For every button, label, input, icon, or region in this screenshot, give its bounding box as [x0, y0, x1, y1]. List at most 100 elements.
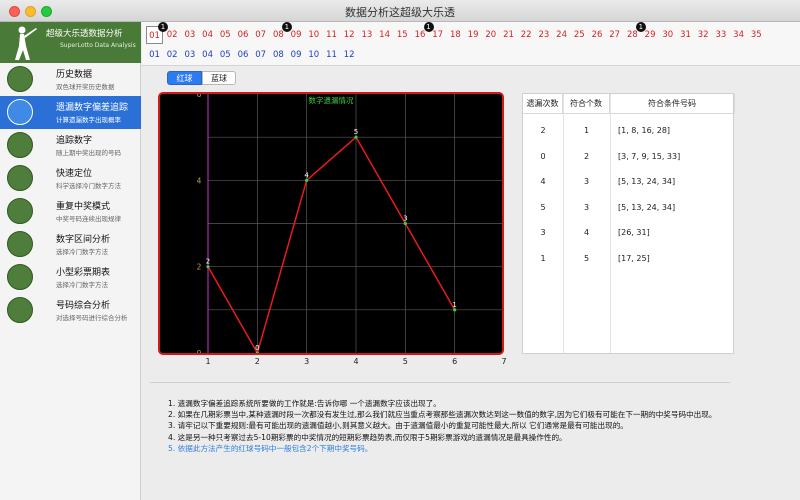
notes-block: 1. 遗漏数字偏差追踪系统所要做的工作就是:告诉你哪 一个遗漏数字应该出现了。 2… — [168, 398, 716, 454]
red-number-20[interactable]: 20 — [482, 26, 499, 44]
table-cell: [5, 13, 24, 34] — [618, 177, 676, 186]
tab-blue-ball[interactable]: 蓝球 — [202, 71, 236, 85]
omission-table: 遗漏次数 符合个数 符合条件号码 2 1 [1, 8, 16, 28] 0 2 [3, 7, 9… — [522, 93, 735, 354]
locate-icon — [7, 165, 33, 191]
red-number-05[interactable]: 05 — [217, 26, 234, 44]
blue-number-02[interactable]: 02 — [164, 46, 181, 64]
table-cell: [26, 31] — [618, 228, 650, 237]
red-number-21[interactable]: 21 — [500, 26, 517, 44]
count-badge: 1 — [281, 22, 292, 32]
y-tick-label: 0 — [197, 349, 202, 355]
red-number-14[interactable]: 14 — [376, 26, 393, 44]
blue-number-11[interactable]: 11 — [323, 46, 340, 64]
red-number-22[interactable]: 22 — [518, 26, 535, 44]
red-number-12[interactable]: 12 — [341, 26, 358, 44]
red-number-23[interactable]: 23 — [535, 26, 552, 44]
x-tick-label: 2 — [254, 357, 260, 366]
golfer-icon — [15, 26, 37, 60]
y-tick-label: 2 — [197, 263, 202, 272]
menu-item-6[interactable]: 数字区间分析 选择冷门数字方法 — [0, 228, 141, 261]
x-tick-label: 5 — [402, 357, 408, 366]
red-number-25[interactable]: 25 — [571, 26, 588, 44]
scatter-icon — [7, 99, 33, 125]
table-icon — [7, 264, 33, 290]
menu-item-title: 追踪数字 — [56, 136, 93, 146]
data-label: 5 — [354, 128, 358, 136]
blue-number-10[interactable]: 10 — [305, 46, 322, 64]
red-number-15[interactable]: 15 — [394, 26, 411, 44]
window-title: 数据分析这超级大乐透 — [345, 6, 455, 19]
blue-number-06[interactable]: 06 — [235, 46, 252, 64]
blue-number-09[interactable]: 09 — [288, 46, 305, 64]
table-header: 符合条件号码 — [610, 94, 735, 114]
red-number-18[interactable]: 18 — [447, 26, 464, 44]
blue-number-01[interactable]: 01 — [146, 46, 163, 64]
blue-number-04[interactable]: 04 — [199, 46, 216, 64]
data-label: 3 — [403, 215, 407, 223]
omission-chart: 数字遗漏情况 0246204531 — [158, 92, 504, 355]
table-cell: 5 — [540, 202, 546, 212]
red-number-07[interactable]: 07 — [252, 26, 269, 44]
note-line: 2. 如果在几期彩票当中,某种遗漏时段一次都没有发生过,那么我们就应当重点考察那… — [168, 410, 717, 420]
menu-item-5[interactable]: 重复中奖模式 中奖号码连续出现规律 — [0, 195, 141, 228]
menu-item-title: 重复中奖模式 — [56, 202, 111, 212]
note-line: 4. 这是另一种只考察过去5-10期彩票的中奖情况的短期彩票趋势表,而仅限于5期… — [168, 432, 567, 442]
table-column-divider — [610, 94, 611, 353]
red-number-34[interactable]: 34 — [730, 26, 747, 44]
red-number-24[interactable]: 24 — [553, 26, 570, 44]
table-cell: 4 — [583, 228, 590, 237]
menu-item-2[interactable]: 遗漏数字偏差追踪 计算遗漏数字出现概率 — [0, 96, 141, 129]
red-number-10[interactable]: 10 — [305, 26, 322, 44]
table-header: 符合个数 — [563, 94, 610, 114]
red-number-26[interactable]: 26 — [589, 26, 606, 44]
red-number-31[interactable]: 31 — [677, 26, 694, 44]
red-number-19[interactable]: 19 — [465, 26, 482, 44]
tab-red-ball[interactable]: 红球 — [167, 71, 202, 85]
menu-item-subtitle: 科学选择冷门数字方法 — [56, 182, 121, 190]
blue-number-07[interactable]: 07 — [252, 46, 269, 64]
menu-item-8[interactable]: 号码综合分析 对选择号码进行综合分析 — [0, 294, 141, 327]
table-cell: 5 — [583, 253, 590, 263]
menu-item-4[interactable]: 快速定位科学选择冷门数字方法 — [0, 162, 141, 195]
menu-item-title: 数字区间分析 — [56, 235, 111, 245]
table-cell: [1, 8, 16, 28] — [618, 126, 671, 135]
nav-menu: 历史数据 双色球开奖历史数据 遗漏数字偏差追踪 计算遗漏数字出现概率 追踪数字 随上期中奖… — [0, 63, 141, 327]
repeat-icon — [7, 198, 33, 224]
data-label: 0 — [255, 344, 259, 352]
blue-number-03[interactable]: 03 — [181, 46, 198, 64]
red-number-03[interactable]: 03 — [181, 26, 198, 44]
red-number-06[interactable]: 06 — [235, 26, 252, 44]
red-number-32[interactable]: 32 — [695, 26, 712, 44]
analysis-icon — [7, 297, 33, 323]
app-window: 数据分析这超级大乐透 超级大乐透数据分析 SuperLotto Data Ana… — [0, 0, 800, 500]
menu-item-1[interactable]: 历史数据 双色球开奖历史数据 — [0, 63, 141, 96]
blue-number-12[interactable]: 12 — [341, 46, 358, 64]
blue-number-05[interactable]: 05 — [217, 46, 234, 64]
note-line: 1. 遗漏数字偏差追踪系统所要做的工作就是:告诉你哪 一个遗漏数字应该出现了。 — [168, 399, 441, 408]
table-header: 遗漏次数 — [523, 94, 563, 114]
count-badge: 1 — [423, 22, 434, 32]
menu-item-title: 快速定位 — [56, 169, 93, 179]
red-number-04[interactable]: 04 — [199, 26, 216, 44]
menu-item-7[interactable]: 小型彩票期表 选择冷门数字方法 — [0, 261, 141, 294]
red-number-13[interactable]: 13 — [358, 26, 375, 44]
red-number-30[interactable]: 30 — [659, 26, 676, 44]
blue-number-08[interactable]: 08 — [270, 46, 287, 64]
red-number-35[interactable]: 35 — [748, 26, 765, 44]
table-cell: 3 — [583, 177, 590, 186]
data-label: 4 — [304, 171, 309, 179]
menu-item-subtitle: 选择冷门数字方法 — [56, 248, 108, 256]
table-cell: [3, 7, 9, 15, 33] — [618, 151, 681, 161]
data-label: 2 — [206, 258, 210, 266]
interval-icon — [7, 231, 33, 257]
menu-item-3[interactable]: 追踪数字 随上期中奖出现的号码 — [0, 129, 141, 162]
y-tick-label: 4 — [197, 176, 202, 185]
table-cell: 2 — [540, 126, 546, 135]
menu-item-title: 小型彩票期表 — [56, 268, 111, 278]
note-line: 5. 依据此方法产生的红球号码中一般包含2个下期中奖号码。 — [168, 443, 373, 453]
red-number-27[interactable]: 27 — [606, 26, 623, 44]
red-number-11[interactable]: 11 — [323, 26, 340, 44]
red-number-33[interactable]: 33 — [712, 26, 729, 44]
y-tick-label: 6 — [197, 92, 202, 99]
table-cell: 0 — [540, 151, 546, 161]
